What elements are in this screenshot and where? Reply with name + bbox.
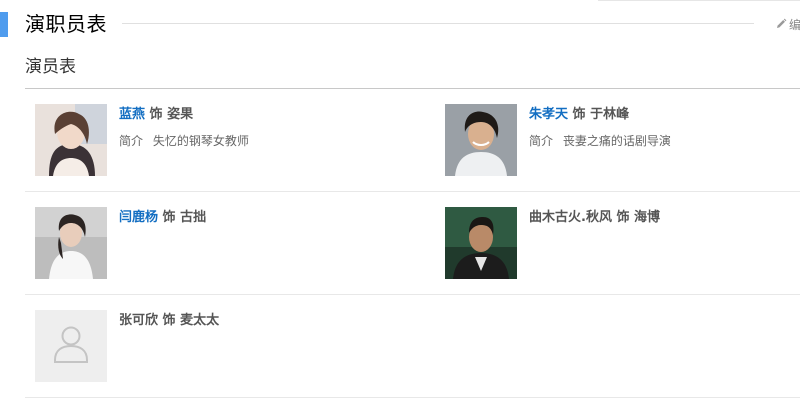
header-divider [122,23,754,24]
role-line: 闫鹿杨 饰 古拙 [119,207,419,229]
actor-photo[interactable] [445,104,517,176]
cast-info: 朱孝天 饰 于林峰 简介 丧妻之痛的话剧导演 [529,104,800,150]
cast-item: 曲木古火.秋风 饰 海博 [445,207,800,279]
cast-row: 闫鹿杨 饰 古拙 曲木古火.秋风 饰 海博 [25,192,800,295]
intro-label: 简介 [119,134,144,148]
cast-list: 蓝燕 饰 姿果 简介 失忆的钢琴女教师 朱孝天 饰 于林峰 简介 丧妻之痛的话剧… [25,89,800,398]
cast-info: 闫鹿杨 饰 古拙 [119,207,419,229]
role-line: 蓝燕 饰 姿果 [119,104,419,126]
role-name: 于林峰 [590,107,630,122]
cast-item: 蓝燕 饰 姿果 简介 失忆的钢琴女教师 [35,104,435,176]
cast-info: 曲木古火.秋风 饰 海博 [529,207,800,229]
role-connector: 饰 [162,210,176,225]
role-name: 麦太太 [180,313,220,328]
role-name: 古拙 [180,210,207,225]
top-divider [598,0,800,1]
cast-item: 闫鹿杨 饰 古拙 [35,207,435,279]
role-connector: 饰 [149,107,163,122]
intro-text: 失忆的钢琴女教师 [152,134,249,148]
section-title: 演职员表 [25,12,107,36]
intro-label: 简介 [529,134,554,148]
intro-text: 丧妻之痛的话剧导演 [562,134,671,148]
edit-button[interactable]: 编 [775,14,800,34]
edit-label: 编 [789,17,800,32]
section-header: 演职员表 编 [0,10,800,38]
role-name: 海博 [634,210,661,225]
cast-info: 蓝燕 饰 姿果 简介 失忆的钢琴女教师 [119,104,419,150]
section-accent-bar [0,12,8,37]
role-intro: 简介 失忆的钢琴女教师 [119,132,419,150]
actor-name-link[interactable]: 朱孝天 [529,107,568,122]
cast-info: 张可欣 饰 麦太太 [119,310,419,332]
actor-name-link[interactable]: 闫鹿杨 [119,210,158,225]
role-connector: 饰 [162,313,176,328]
cast-item: 朱孝天 饰 于林峰 简介 丧妻之痛的话剧导演 [445,104,800,176]
cast-list-title: 演员表 [25,57,76,77]
actor-name: 曲木古火.秋风 [529,210,612,225]
pencil-icon [775,18,787,30]
role-line: 朱孝天 饰 于林峰 [529,104,800,126]
role-intro: 简介 丧妻之痛的话剧导演 [529,132,800,150]
role-line: 张可欣 饰 麦太太 [119,310,419,332]
actor-name: 张可欣 [119,313,159,328]
cast-row: 张可欣 饰 麦太太 [25,295,800,398]
cast-item: 张可欣 饰 麦太太 [35,310,435,382]
role-connector: 饰 [572,107,586,122]
role-name: 姿果 [167,107,194,122]
actor-photo[interactable] [35,207,107,279]
role-connector: 饰 [616,210,630,225]
actor-name-link[interactable]: 蓝燕 [119,107,145,122]
page: 演职员表 编 演员表 蓝燕 饰 姿果 简介 失忆的钢琴女教师 朱孝天 饰 于林峰… [0,0,800,411]
actor-photo[interactable] [35,104,107,176]
actor-photo[interactable] [445,207,517,279]
role-line: 曲木古火.秋风 饰 海博 [529,207,800,229]
cast-row: 蓝燕 饰 姿果 简介 失忆的钢琴女教师 朱孝天 饰 于林峰 简介 丧妻之痛的话剧… [25,89,800,192]
actor-photo-placeholder [35,310,107,382]
